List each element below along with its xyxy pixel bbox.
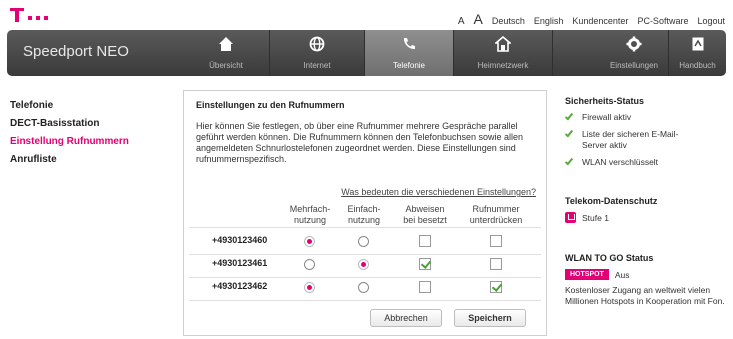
col-header-unterdruecken: Rufnummer unterdrücken — [464, 204, 528, 226]
save-button[interactable]: Speichern — [454, 309, 526, 327]
col-header-line: bei besetzt — [403, 215, 447, 225]
col-header-line: Rufnummer — [472, 204, 520, 214]
checkbox-unterdruecken[interactable] — [490, 235, 502, 247]
sidebar-item-dect-basisstation[interactable]: DECT-Basisstation — [10, 118, 129, 131]
nav-label: Handbuch — [679, 61, 716, 70]
phone-number: +4930123462 — [212, 281, 268, 291]
lang-english-link[interactable]: English — [534, 16, 564, 26]
logo-dot — [36, 16, 40, 20]
nav-heimnetzwerk[interactable]: Heimnetzwerk — [454, 30, 552, 76]
col-header-abweisen: Abweisen bei besetzt — [396, 204, 454, 226]
security-item-label: Liste der sicheren E-Mail-Server aktiv — [582, 129, 679, 150]
nav-label: Übersicht — [209, 61, 243, 70]
row-divider — [189, 227, 541, 228]
rufnummern-panel: Einstellungen zu den Rufnummern Hier kön… — [183, 90, 547, 336]
row-divider — [189, 277, 541, 278]
sidebar-item-telefonie[interactable]: Telefonie — [10, 100, 129, 113]
phone-number: +4930123461 — [212, 258, 268, 268]
hotspot-status: HOTSPOT Aus — [565, 269, 730, 280]
privacy-level-label: Stufe 1 — [582, 212, 609, 223]
panel-title: Einstellungen zu den Rufnummern — [196, 100, 345, 110]
radio-einfachnutzung[interactable] — [358, 236, 369, 247]
sidebar-item-anrufliste[interactable]: Anrufliste — [10, 154, 129, 167]
checkbox-abweisen[interactable] — [419, 258, 431, 270]
security-status-title: Sicherheits-Status — [565, 96, 645, 106]
house-network-icon — [495, 36, 511, 52]
checkbox-unterdruecken[interactable] — [490, 258, 502, 270]
checkbox-unterdruecken[interactable] — [490, 281, 502, 293]
hotspot-state: Aus — [614, 269, 630, 280]
nav-handbuch[interactable]: Handbuch — [669, 30, 726, 76]
col-header-line: nutzung — [347, 215, 381, 225]
checkbox-abweisen[interactable] — [419, 281, 431, 293]
security-item: WLAN verschlüsselt — [564, 156, 730, 168]
sidebar-item-einstellung-rufnummern[interactable]: Einstellung Rufnummern — [10, 136, 129, 149]
row-divider — [189, 300, 541, 301]
manual-icon — [692, 37, 703, 51]
cancel-button[interactable]: Abbrechen — [370, 309, 442, 327]
pc-software-link[interactable]: PC-Software — [637, 16, 688, 26]
phone-icon — [403, 38, 415, 50]
nav-telefonie[interactable]: Telefonie — [365, 30, 453, 76]
kundencenter-link[interactable]: Kundencenter — [572, 16, 628, 26]
nav-label: Einstellungen — [609, 61, 659, 70]
col-header-mehrfachnutzung: Mehrfach- nutzung — [288, 204, 332, 226]
col-header-line: nutzung — [293, 215, 327, 225]
telekom-logo[interactable] — [10, 4, 48, 24]
checkmark-icon — [564, 111, 574, 121]
sidebar: Telefonie DECT-Basisstation Einstellung … — [10, 100, 129, 172]
security-item: Liste der sicheren E-Mail-Server aktiv — [564, 128, 685, 151]
security-item-label: Firewall aktiv — [582, 112, 632, 122]
gear-icon — [626, 36, 642, 52]
brand-name: Speedport NEO — [23, 43, 129, 60]
checkmark-icon — [564, 128, 574, 138]
hotspot-badge[interactable]: HOTSPOT — [565, 269, 609, 280]
phone-number: +4930123460 — [212, 235, 268, 245]
panel-description: Hier können Sie festlegen, ob über eine … — [196, 121, 524, 164]
logout-link[interactable]: Logout — [697, 16, 725, 26]
privacy-lock-icon — [565, 212, 576, 223]
lang-deutsch-link[interactable]: Deutsch — [492, 16, 525, 26]
nav-label: Telefonie — [392, 61, 426, 70]
nav-internet[interactable]: Internet — [270, 30, 364, 76]
nav-label: Heimnetzwerk — [477, 61, 529, 70]
privacy-level[interactable]: Stufe 1 — [565, 212, 730, 223]
globe-icon — [309, 36, 325, 52]
radio-mehrfachnutzung[interactable] — [304, 282, 315, 293]
nav-label: Internet — [303, 61, 331, 70]
nav-uebersicht[interactable]: Übersicht — [183, 30, 269, 76]
checkbox-abweisen[interactable] — [419, 235, 431, 247]
col-header-line: Mehrfach- — [289, 204, 331, 214]
font-smaller-link[interactable]: A — [458, 16, 465, 27]
col-header-einfachnutzung: Einfach- nutzung — [342, 204, 386, 226]
status-column: Sicherheits-Status Firewall aktiv Liste … — [564, 96, 730, 307]
font-larger-link[interactable]: A — [473, 11, 482, 27]
radio-einfachnutzung[interactable] — [358, 259, 369, 270]
t-logo-icon — [10, 6, 24, 22]
row-divider — [189, 254, 541, 255]
radio-mehrfachnutzung[interactable] — [304, 259, 315, 270]
wlan-to-go-title: WLAN TO GO Status — [565, 253, 654, 263]
home-icon — [219, 37, 233, 51]
logo-dot — [44, 16, 48, 20]
col-header-line: unterdrücken — [469, 215, 523, 225]
privacy-title: Telekom-Datenschutz — [565, 196, 658, 206]
checkmark-icon — [564, 156, 574, 166]
main-navbar: Speedport NEO Übersicht Internet Telefon… — [7, 30, 726, 76]
col-header-line: Abweisen — [405, 204, 445, 214]
wlan-description: Kostenloser Zugang an weltweit vielen Mi… — [565, 285, 725, 306]
security-item-label: WLAN verschlüsselt — [582, 157, 659, 167]
help-link[interactable]: Was bedeuten die verschiedenen Einstellu… — [341, 187, 536, 197]
radio-einfachnutzung[interactable] — [358, 282, 369, 293]
nav-einstellungen[interactable]: Einstellungen — [601, 30, 667, 76]
radio-mehrfachnutzung[interactable] — [304, 236, 315, 247]
top-links: A A Deutsch English Kundencenter PC-Soft… — [458, 11, 725, 27]
security-item: Firewall aktiv — [564, 111, 730, 123]
logo-dot — [28, 16, 32, 20]
col-header-line: Einfach- — [347, 204, 381, 214]
